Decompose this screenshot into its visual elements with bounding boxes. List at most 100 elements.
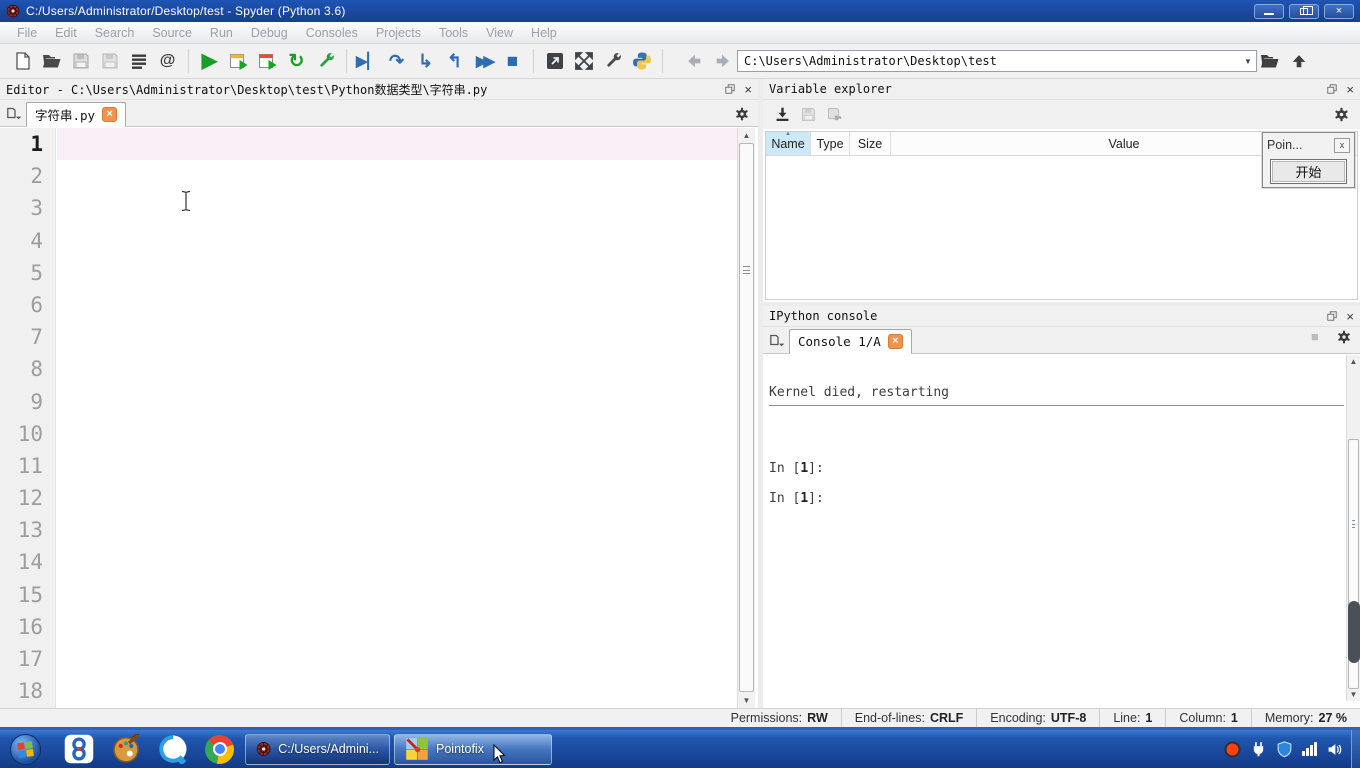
python-path-button[interactable] (628, 48, 655, 75)
run-configuration-button[interactable] (312, 48, 339, 75)
symbol-finder-button[interactable]: @ (154, 48, 181, 75)
scroll-down-icon[interactable]: ▼ (738, 696, 755, 705)
scroll-up-icon[interactable]: ▲ (1347, 357, 1360, 366)
fullscreen-button[interactable] (570, 48, 597, 75)
remove-hardware-icon[interactable] (1250, 741, 1267, 758)
new-file-button[interactable] (9, 48, 36, 75)
undock-pane-icon[interactable] (724, 83, 736, 95)
save-button[interactable] (67, 48, 94, 75)
interrupt-kernel-button[interactable]: ■ (1311, 330, 1324, 343)
console-output-area[interactable]: Kernel died, restarting In [1]: In [1]: … (763, 355, 1360, 708)
start-button[interactable] (10, 734, 41, 765)
editor-tab[interactable]: 字符串.py × (26, 102, 126, 127)
status-label: Line: (1113, 711, 1140, 725)
column-header-type[interactable]: Type (811, 132, 850, 155)
editor-options-button[interactable] (734, 106, 750, 122)
close-pane-icon[interactable]: × (744, 83, 752, 96)
tab-close-button[interactable]: × (888, 334, 903, 349)
browse-tabs-button[interactable] (4, 102, 26, 124)
save-data-as-button[interactable] (822, 103, 846, 127)
menu-item-projects[interactable]: Projects (367, 26, 430, 40)
save-all-button[interactable] (96, 48, 123, 75)
line-number: 18 (0, 675, 55, 707)
step-return-button[interactable]: ↰ (441, 48, 468, 75)
menu-item-run[interactable]: Run (201, 26, 242, 40)
menu-item-edit[interactable]: Edit (46, 26, 86, 40)
status-encoding: Encoding:UTF-8 (976, 709, 1099, 727)
editor-scrollbar[interactable]: ▲ ▼ (737, 128, 755, 708)
overlay-scroll-indicator[interactable] (1348, 601, 1360, 663)
preferences-button[interactable] (599, 48, 626, 75)
taskbar-window-pointofix[interactable]: Pointofix (394, 734, 552, 765)
column-header-name[interactable]: ▲ Name (766, 132, 811, 155)
editor-pane-title: Editor - C:\Users\Administrator\Desktop\… (6, 81, 487, 98)
windows-logo-icon (17, 740, 35, 758)
editor-text-area[interactable]: 123456789101112131415161718 (0, 128, 758, 708)
stop-debug-button[interactable]: ■ (499, 48, 526, 75)
pointofix-window-titlebar[interactable]: Poin... x (1263, 133, 1354, 157)
tab-close-button[interactable]: × (102, 107, 117, 122)
browse-directory-button[interactable] (1256, 48, 1283, 75)
run-cell-advance-button[interactable] (254, 48, 281, 75)
forward-button[interactable] (709, 48, 736, 75)
chrome-icon[interactable] (203, 733, 236, 766)
line-number-gutter[interactable]: 123456789101112131415161718 (0, 128, 56, 708)
menu-item-consoles[interactable]: Consoles (297, 26, 367, 40)
menu-item-debug[interactable]: Debug (242, 26, 297, 40)
scrollbar-thumb[interactable] (739, 143, 754, 692)
console-pane-title: IPython console (769, 309, 877, 323)
line-number: 2 (0, 160, 55, 192)
close-pane-icon[interactable]: × (1346, 310, 1354, 323)
console-tab[interactable]: Console 1/A × (789, 329, 912, 354)
chevron-down-icon[interactable]: ▼ (1241, 57, 1255, 66)
step-into-button[interactable]: ↳ (412, 48, 439, 75)
console-tab-label: Console 1/A (798, 334, 881, 349)
undock-pane-icon[interactable] (1326, 83, 1338, 95)
save-data-button[interactable] (796, 103, 820, 127)
debug-button[interactable]: ▶▏ (354, 48, 381, 75)
current-line-highlight (57, 128, 737, 160)
column-header-size[interactable]: Size (850, 132, 891, 155)
network-signal-icon[interactable] (1302, 742, 1317, 756)
taskbar-window-spyder[interactable]: C:/Users/Admini... (245, 734, 390, 765)
pointofix-start-button[interactable]: 开始 (1270, 159, 1347, 184)
scroll-down-icon[interactable]: ▼ (1347, 690, 1360, 699)
run-button[interactable]: ▶ (196, 48, 223, 75)
minimize-button[interactable] (1254, 4, 1284, 19)
menu-item-tools[interactable]: Tools (430, 26, 477, 40)
taskbar-browser-app-icon[interactable] (156, 733, 189, 766)
status-column: Column:1 (1165, 709, 1251, 727)
recording-icon[interactable] (1224, 741, 1241, 758)
menu-item-view[interactable]: View (477, 26, 522, 40)
close-pane-icon[interactable]: × (1346, 83, 1354, 96)
browse-tabs-button[interactable] (767, 329, 789, 351)
maximize-pane-button[interactable] (541, 48, 568, 75)
pointofix-close-button[interactable]: x (1334, 138, 1350, 153)
run-cell-button[interactable] (225, 48, 252, 75)
back-button[interactable] (680, 48, 707, 75)
step-over-button[interactable]: ↷ (383, 48, 410, 75)
volume-icon[interactable] (1326, 741, 1343, 758)
file-switcher-button[interactable] (125, 48, 152, 75)
console-options-button[interactable] (1336, 329, 1352, 345)
menu-item-source[interactable]: Source (143, 26, 201, 40)
restore-button[interactable] (1289, 4, 1319, 19)
scroll-up-icon[interactable]: ▲ (738, 131, 755, 140)
line-number: 17 (0, 643, 55, 675)
continue-button[interactable]: ▶▶ (470, 48, 497, 75)
import-data-button[interactable] (770, 103, 794, 127)
taskbar-paint-app-icon[interactable] (109, 733, 142, 766)
menu-item-file[interactable]: File (8, 26, 46, 40)
menu-item-help[interactable]: Help (522, 26, 566, 40)
taskbar-pinned-app-icon[interactable] (62, 733, 95, 766)
undock-pane-icon[interactable] (1326, 310, 1338, 322)
parent-directory-button[interactable] (1285, 48, 1312, 75)
variable-explorer-options-button[interactable] (1329, 103, 1353, 127)
show-desktop-button[interactable] (1351, 730, 1360, 768)
close-button[interactable]: × (1324, 4, 1354, 19)
rerun-cell-button[interactable]: ↻ (283, 48, 310, 75)
security-shield-icon[interactable] (1276, 741, 1293, 758)
menu-item-search[interactable]: Search (86, 26, 144, 40)
working-directory-input[interactable] (737, 50, 1257, 72)
open-file-button[interactable] (38, 48, 65, 75)
